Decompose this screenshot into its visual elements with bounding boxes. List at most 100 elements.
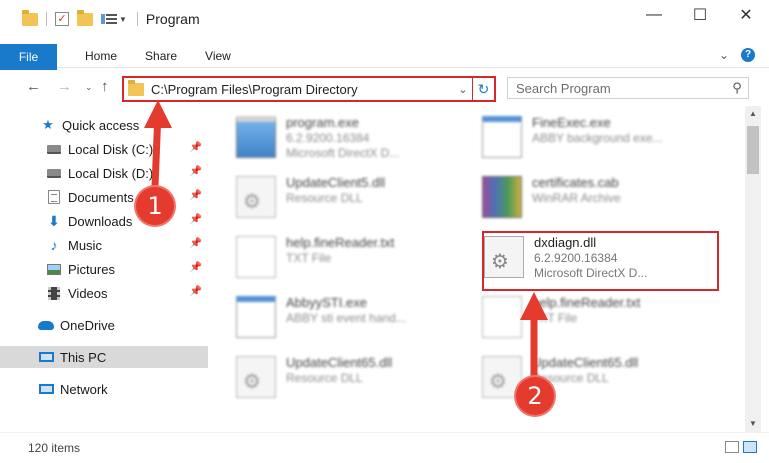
sidebar-item-local-disk-d[interactable]: Local Disk (D:) 📌 [0, 162, 208, 184]
tiles-view-icon[interactable] [743, 441, 757, 453]
view-toggle [725, 441, 757, 453]
sidebar-item-downloads[interactable]: ⬇ Downloads 📌 [0, 210, 208, 232]
up-arrow-icon[interactable]: ↑ [101, 78, 109, 95]
exe-file-icon [236, 116, 276, 158]
network-icon [38, 382, 54, 396]
file-version: 6.2.9200.16384 [286, 131, 370, 145]
sidebar-item-quick-access[interactable]: ★ Quick access [0, 114, 208, 136]
scroll-up-icon[interactable]: ▲ [745, 106, 761, 122]
pin-icon[interactable]: 📌 [190, 214, 202, 225]
drive-icon [46, 166, 62, 180]
pictures-icon [46, 262, 62, 276]
file-description: ABBY sti event hand... [286, 311, 406, 325]
file-description: TXT File [286, 251, 332, 265]
tab-share[interactable]: Share [131, 44, 191, 68]
new-folder-icon[interactable] [77, 9, 93, 26]
title-bar: ✓ ▼ Program — ☐ ✕ [0, 0, 769, 38]
sidebar-item-onedrive[interactable]: OneDrive [0, 314, 208, 336]
toolbar-separator [136, 12, 138, 26]
recent-locations-icon[interactable]: ⌄ [85, 82, 93, 93]
sidebar-item-label: Local Disk (D:) [68, 165, 154, 181]
window-controls: — ☐ ✕ [631, 0, 769, 30]
tab-file[interactable]: File [0, 43, 57, 70]
help-icon[interactable]: ? [741, 48, 755, 62]
refresh-icon[interactable]: ↻ [472, 78, 494, 100]
sidebar-item-label: Downloads [68, 213, 133, 229]
file-item-help-finereader-txt[interactable]: help.fineReader.txt TXT File [236, 234, 471, 284]
search-input[interactable]: Search Program [516, 81, 726, 96]
sidebar-item-label: Music [68, 237, 102, 253]
file-item-program-exe[interactable]: program.exe 6.2.9200.16384 Microsoft Dir… [236, 114, 471, 164]
properties-check-icon[interactable]: ✓ [55, 12, 69, 26]
file-name: FineExec.exe [532, 115, 611, 130]
file-item-certificates-cab[interactable]: certificates.cab WinRAR Archive [482, 174, 717, 224]
file-name: UpdateClient5.dll [286, 175, 386, 190]
file-name: UpdateClient65.dll [532, 355, 639, 370]
pin-icon[interactable]: 📌 [190, 238, 202, 249]
sidebar-item-videos[interactable]: Videos 📌 [0, 282, 208, 304]
sidebar-item-label: Network [60, 381, 108, 397]
chevron-down-icon[interactable]: ⌄ [719, 48, 729, 62]
file-description: ABBY background exe... [532, 131, 663, 145]
pin-icon[interactable]: 📌 [190, 286, 202, 297]
onedrive-icon [38, 318, 54, 332]
file-item-abbyysti-exe[interactable]: AbbyySTI.exe ABBY sti event hand... [236, 294, 471, 344]
search-box[interactable]: Search Program ⚲ [507, 77, 749, 99]
quick-access-toolbar: ✓ ▼ Program [0, 0, 200, 38]
vertical-scrollbar[interactable]: ▲ ▼ [745, 106, 761, 432]
properties-icon[interactable] [101, 12, 117, 26]
txt-file-icon [482, 296, 522, 338]
sidebar-item-pictures[interactable]: Pictures 📌 [0, 258, 208, 280]
minimize-button[interactable]: — [631, 0, 677, 30]
sidebar-item-music[interactable]: ♪ Music 📌 [0, 234, 208, 256]
ribbon-tabs: File Home Share View ⌄ ? [0, 43, 769, 70]
highlight-box [482, 231, 719, 291]
maximize-button[interactable]: ☐ [677, 0, 723, 30]
dll-file-icon [236, 356, 276, 398]
forward-arrow-icon[interactable]: → [57, 78, 72, 95]
sidebar-item-label: Local Disk (C:) [68, 141, 154, 157]
pin-icon[interactable]: 📌 [190, 190, 202, 201]
scroll-thumb[interactable] [747, 126, 759, 174]
status-bar: 120 items [0, 432, 769, 463]
qat-dropdown-icon[interactable]: ▼ [119, 15, 127, 24]
file-list: program.exe 6.2.9200.16384 Microsoft Dir… [212, 110, 744, 432]
close-button[interactable]: ✕ [723, 0, 769, 30]
file-name: program.exe [286, 115, 359, 130]
navigation-bar: ← → ⌄ ↑ C:\Program Files\Program Directo… [0, 72, 769, 106]
search-icon: ⚲ [732, 80, 742, 95]
sidebar-item-label: Videos [68, 285, 108, 301]
callout-badge-1: 1 [136, 187, 174, 225]
pin-icon[interactable]: 📌 [190, 166, 202, 177]
details-view-icon[interactable] [725, 441, 739, 453]
sidebar-item-label: Documents [68, 189, 134, 205]
pin-icon[interactable]: 📌 [190, 142, 202, 153]
sidebar-item-this-pc[interactable]: This PC [0, 346, 208, 368]
app-file-icon [236, 296, 276, 338]
back-arrow-icon[interactable]: ← [26, 78, 41, 95]
sidebar-item-documents[interactable]: Documents 📌 [0, 186, 208, 208]
documents-icon [46, 190, 62, 204]
scroll-down-icon[interactable]: ▼ [745, 416, 761, 432]
file-item-updateclient5-dll[interactable]: UpdateClient5.dll Resource DLL [236, 174, 471, 224]
sidebar-item-label: OneDrive [60, 317, 115, 333]
address-path[interactable]: C:\Program Files\Program Directory [151, 82, 454, 97]
file-description: Microsoft DirectX D... [286, 146, 400, 160]
file-item-updateclient65-dll[interactable]: UpdateClient65.dll Resource DLL [236, 354, 471, 404]
sidebar-item-network[interactable]: Network [0, 378, 208, 400]
tab-view[interactable]: View [191, 44, 245, 68]
file-description: WinRAR Archive [532, 191, 621, 205]
winrar-archive-icon [482, 176, 522, 218]
sidebar-item-local-disk-c[interactable]: Local Disk (C:) 📌 [0, 138, 208, 160]
folder-icon [128, 79, 144, 96]
tab-home[interactable]: Home [57, 44, 131, 68]
file-item-fineexec-exe[interactable]: FineExec.exe ABBY background exe... [482, 114, 717, 164]
address-bar[interactable]: C:\Program Files\Program Directory ⌄ ↻ [122, 76, 496, 102]
videos-icon [46, 286, 62, 300]
sidebar-item-label: This PC [60, 349, 107, 365]
pin-icon[interactable]: 📌 [190, 262, 202, 273]
ribbon-right-controls: ⌄ ? [719, 48, 755, 62]
address-dropdown-icon[interactable]: ⌄ [454, 83, 472, 96]
file-item-help-finereader-txt-2[interactable]: help.fineReader.txt TXT File [482, 294, 717, 344]
item-count: 120 items [28, 441, 81, 455]
